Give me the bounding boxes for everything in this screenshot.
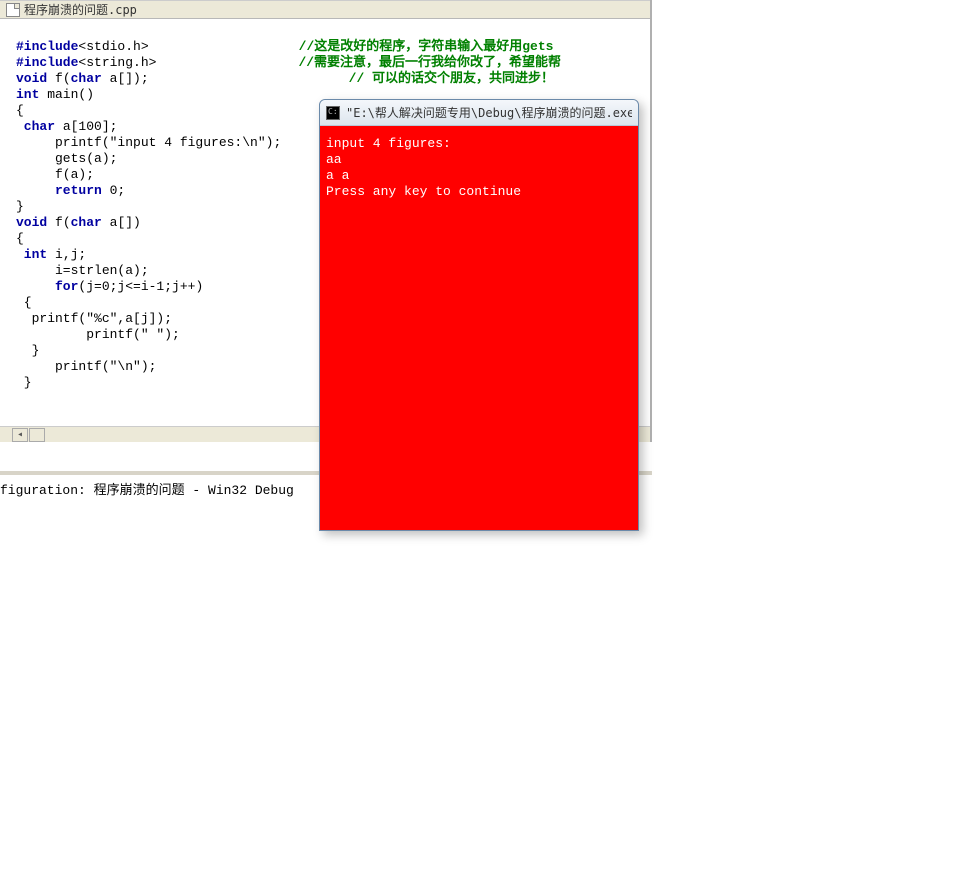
editor-tabbar[interactable]: 程序崩溃的问题.cpp	[0, 0, 650, 19]
code-token: {	[16, 295, 32, 310]
console-line: input 4 figures:	[326, 136, 451, 151]
console-app-icon	[326, 106, 340, 120]
code-token: 0;	[102, 183, 125, 198]
code-token: printf("%c",a[j]);	[16, 311, 172, 326]
code-token: a[100];	[55, 119, 117, 134]
code-token: <string.h>	[78, 55, 156, 70]
code-comment: // 可以的话交个朋友，共同进步！	[349, 71, 554, 86]
code-token: printf(" ");	[16, 327, 180, 342]
code-token: #include	[16, 39, 78, 54]
console-line: Press any key to continue	[326, 184, 521, 199]
code-token: #include	[16, 55, 78, 70]
code-comment: //需要注意，最后一行我给你改了，希望能帮	[298, 55, 561, 70]
code-token: f(	[47, 71, 70, 86]
code-token: printf("input 4 figures:\n");	[16, 135, 281, 150]
code-comment: //这是改好的程序，字符串输入最好用gets	[299, 39, 554, 54]
code-token: int	[16, 247, 47, 262]
code-token: a[])	[102, 215, 141, 230]
console-titlebar[interactable]: "E:\帮人解决问题专用\Debug\程序崩溃的问题.exe"	[320, 100, 638, 126]
code-token: char	[16, 119, 55, 134]
code-token: <stdio.h>	[78, 39, 148, 54]
code-token: f(	[47, 215, 70, 230]
code-token: f(a);	[16, 167, 94, 182]
build-output-line: figuration: 程序崩溃的问题 - Win32 Debug	[0, 483, 294, 498]
code-token: i=strlen(a);	[16, 263, 149, 278]
code-token: i,j;	[47, 247, 86, 262]
code-token: a[]);	[102, 71, 149, 86]
code-token: void	[16, 215, 47, 230]
code-token: int	[16, 87, 39, 102]
console-line: a a	[326, 168, 349, 183]
code-token: for	[16, 279, 78, 294]
code-token: {	[16, 231, 24, 246]
code-token: }	[16, 343, 39, 358]
scroll-right-space[interactable]	[29, 428, 45, 442]
console-window[interactable]: "E:\帮人解决问题专用\Debug\程序崩溃的问题.exe" input 4 …	[319, 99, 639, 531]
scroll-left-icon[interactable]: ◂	[12, 428, 28, 442]
console-title-text: "E:\帮人解决问题专用\Debug\程序崩溃的问题.exe"	[346, 104, 632, 121]
code-token: }	[16, 199, 24, 214]
tab-filename[interactable]: 程序崩溃的问题.cpp	[24, 1, 137, 18]
console-line: aa	[326, 152, 342, 167]
code-token: (j=0;j<=i-1;j++)	[78, 279, 203, 294]
code-token: }	[16, 375, 32, 390]
code-token: main()	[39, 87, 94, 102]
code-token: void	[16, 71, 47, 86]
code-token: printf("\n");	[16, 359, 156, 374]
console-body[interactable]: input 4 figures: aa a a Press any key to…	[320, 126, 638, 530]
file-icon	[6, 3, 20, 17]
code-token: gets(a);	[16, 151, 117, 166]
code-token: char	[71, 215, 102, 230]
code-token: return	[16, 183, 102, 198]
code-token: {	[16, 103, 24, 118]
code-token: char	[71, 71, 102, 86]
